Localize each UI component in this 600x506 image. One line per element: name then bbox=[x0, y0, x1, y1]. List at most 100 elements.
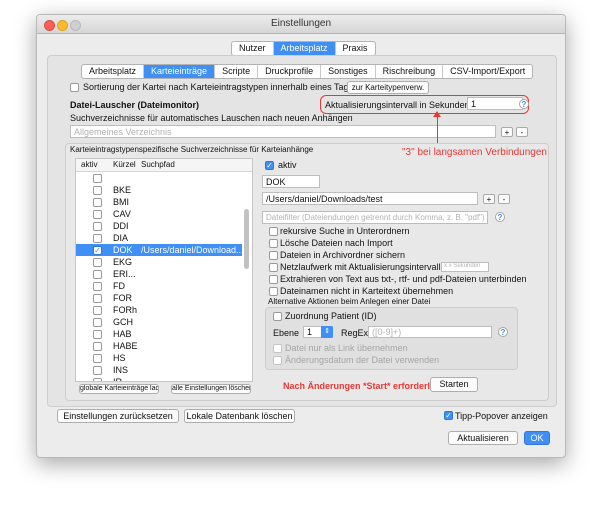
stepper-icon[interactable]: ⇕ bbox=[321, 326, 333, 338]
recursive-checkbox[interactable] bbox=[269, 227, 278, 236]
table-row[interactable]: BKE bbox=[76, 184, 242, 196]
reset-settings-button[interactable]: Einstellungen zurücksetzen bbox=[57, 409, 179, 423]
zuordnung-checkbox[interactable] bbox=[273, 312, 282, 321]
table-row[interactable]: GCH bbox=[76, 316, 242, 328]
row-kuerzel: EKG bbox=[113, 257, 133, 267]
tab-rischreibung[interactable]: Rischreibung bbox=[376, 65, 444, 78]
row-active-checkbox[interactable] bbox=[93, 174, 102, 183]
row-active-checkbox[interactable] bbox=[93, 306, 102, 315]
row-active-checkbox[interactable] bbox=[93, 378, 102, 381]
tab-praxis[interactable]: Praxis bbox=[336, 42, 375, 55]
row-active-checkbox[interactable] bbox=[93, 186, 102, 195]
network-seconds-placeholder: x x Sekunden bbox=[444, 263, 481, 269]
row-kuerzel: HAB bbox=[113, 329, 132, 339]
row-active-checkbox[interactable]: ✓ bbox=[93, 246, 102, 255]
row-active-checkbox[interactable] bbox=[93, 234, 102, 243]
row-active-checkbox[interactable] bbox=[93, 270, 102, 279]
tab-druckprofile[interactable]: Druckprofile bbox=[258, 65, 322, 78]
table-row[interactable]: DDI bbox=[76, 220, 242, 232]
filename-label: Dateinamen nicht in Karteitext übernehme… bbox=[280, 286, 454, 296]
regex-input[interactable]: ([0-9]+) bbox=[368, 326, 492, 338]
refresh-button[interactable]: Aktualisieren bbox=[448, 431, 518, 445]
link-only-checkbox[interactable] bbox=[273, 344, 282, 353]
start-button[interactable]: Starten bbox=[430, 377, 478, 392]
row-kuerzel: BKE bbox=[113, 185, 132, 195]
filter-help-icon[interactable]: ? bbox=[495, 212, 505, 222]
tab-arbeitsplatz-sub[interactable]: Arbeitsplatz bbox=[82, 65, 145, 78]
table-row[interactable]: HAB bbox=[76, 328, 242, 340]
table-row[interactable]: FD bbox=[76, 280, 242, 292]
delete-after-import-checkbox[interactable] bbox=[269, 239, 278, 248]
table-row[interactable]: IR bbox=[76, 376, 242, 381]
row-kuerzel: FD bbox=[113, 281, 125, 291]
kuerzel-input[interactable]: DOK bbox=[262, 175, 320, 188]
annotation-arrow-head bbox=[433, 111, 441, 117]
filter-input[interactable]: Dateifilter (Dateiendungen getrennt durc… bbox=[262, 211, 488, 224]
table-row[interactable]: HS bbox=[76, 352, 242, 364]
table-row[interactable]: HABE bbox=[76, 340, 242, 352]
filename-checkbox[interactable] bbox=[269, 287, 278, 296]
path-input[interactable]: /Users/daniel/Downloads/test bbox=[262, 192, 478, 205]
table-row[interactable]: FORh bbox=[76, 304, 242, 316]
network-checkbox[interactable] bbox=[269, 263, 278, 272]
row-active-checkbox[interactable] bbox=[93, 318, 102, 327]
remove-path-button[interactable]: - bbox=[498, 194, 510, 204]
title-bar: Einstellungen bbox=[37, 15, 565, 34]
delete-all-button[interactable]: alle Einstellungen löschen bbox=[171, 384, 251, 394]
table-row[interactable]: ERI... bbox=[76, 268, 242, 280]
table-row[interactable] bbox=[76, 172, 242, 184]
change-date-label: Änderungsdatum der Datei verwenden bbox=[285, 355, 440, 365]
archive-checkbox[interactable] bbox=[269, 251, 278, 260]
table-row[interactable]: FOR bbox=[76, 292, 242, 304]
row-kuerzel: FOR bbox=[113, 293, 132, 303]
add-path-button[interactable]: + bbox=[483, 194, 495, 204]
ebene-label: Ebene bbox=[273, 328, 300, 338]
tab-sonstiges[interactable]: Sonstiges bbox=[321, 65, 376, 78]
filter-placeholder: Dateifilter (Dateiendungen getrennt durc… bbox=[266, 213, 485, 222]
add-dir-button[interactable]: + bbox=[501, 127, 513, 137]
change-date-checkbox[interactable] bbox=[273, 356, 282, 365]
table-row[interactable]: EKG bbox=[76, 256, 242, 268]
alt-actions-label: Alternative Aktionen beim Anlegen einer … bbox=[268, 297, 431, 306]
table-row[interactable]: ✓ DOK/Users/daniel/Download... bbox=[76, 244, 244, 256]
table-row[interactable]: BMI bbox=[76, 196, 242, 208]
tipp-checkbox[interactable]: ✓ bbox=[444, 411, 453, 420]
extract-text-checkbox[interactable] bbox=[269, 275, 278, 284]
tab-csv-import-export[interactable]: CSV-Import/Export bbox=[443, 65, 532, 78]
tab-scripte[interactable]: Scripte bbox=[215, 65, 259, 78]
tab-nutzer[interactable]: Nutzer bbox=[232, 42, 274, 55]
tab-karteieintraege[interactable]: Karteieinträge bbox=[144, 65, 216, 78]
row-active-checkbox[interactable] bbox=[93, 342, 102, 351]
row-active-checkbox[interactable] bbox=[93, 198, 102, 207]
table-row[interactable]: DIA bbox=[76, 232, 242, 244]
general-dir-input[interactable]: Allgemeines Verzeichnis bbox=[70, 125, 496, 138]
table-row[interactable]: INS bbox=[76, 364, 242, 376]
regex-help-icon[interactable]: ? bbox=[498, 327, 508, 337]
ok-button[interactable]: OK bbox=[524, 431, 550, 445]
tipp-label: Tipp-Popover anzeigen bbox=[455, 411, 548, 421]
row-active-checkbox[interactable] bbox=[93, 366, 102, 375]
extract-text-label: Extrahieren von Text aus txt-, rtf- und … bbox=[280, 274, 527, 284]
row-kuerzel: ERI... bbox=[113, 269, 136, 279]
row-active-checkbox[interactable] bbox=[93, 210, 102, 219]
interval-input[interactable]: 1 bbox=[467, 97, 523, 110]
karteitypen-button[interactable]: zur Karteitypenverw. bbox=[347, 81, 429, 94]
restart-warning: Nach Änderungen *Start* erforderlich! bbox=[283, 381, 447, 391]
interval-help-icon[interactable]: ? bbox=[519, 99, 529, 109]
tab-arbeitsplatz[interactable]: Arbeitsplatz bbox=[273, 42, 336, 55]
sort-checkbox[interactable] bbox=[70, 83, 79, 92]
remove-dir-button[interactable]: - bbox=[516, 127, 528, 137]
row-active-checkbox[interactable] bbox=[93, 282, 102, 291]
row-active-checkbox[interactable] bbox=[93, 258, 102, 267]
row-active-checkbox[interactable] bbox=[93, 222, 102, 231]
list-scrollbar[interactable] bbox=[244, 209, 249, 269]
row-kuerzel: GCH bbox=[113, 317, 133, 327]
delete-db-button[interactable]: Lokale Datenbank löschen bbox=[184, 409, 295, 423]
network-seconds-input[interactable]: x x Sekunden bbox=[441, 262, 489, 272]
row-active-checkbox[interactable] bbox=[93, 330, 102, 339]
global-load-button[interactable]: globale Karteieinträge laden bbox=[79, 384, 159, 394]
row-active-checkbox[interactable] bbox=[93, 354, 102, 363]
table-row[interactable]: CAV bbox=[76, 208, 242, 220]
active-checkbox[interactable]: ✓ bbox=[265, 161, 274, 170]
row-active-checkbox[interactable] bbox=[93, 294, 102, 303]
